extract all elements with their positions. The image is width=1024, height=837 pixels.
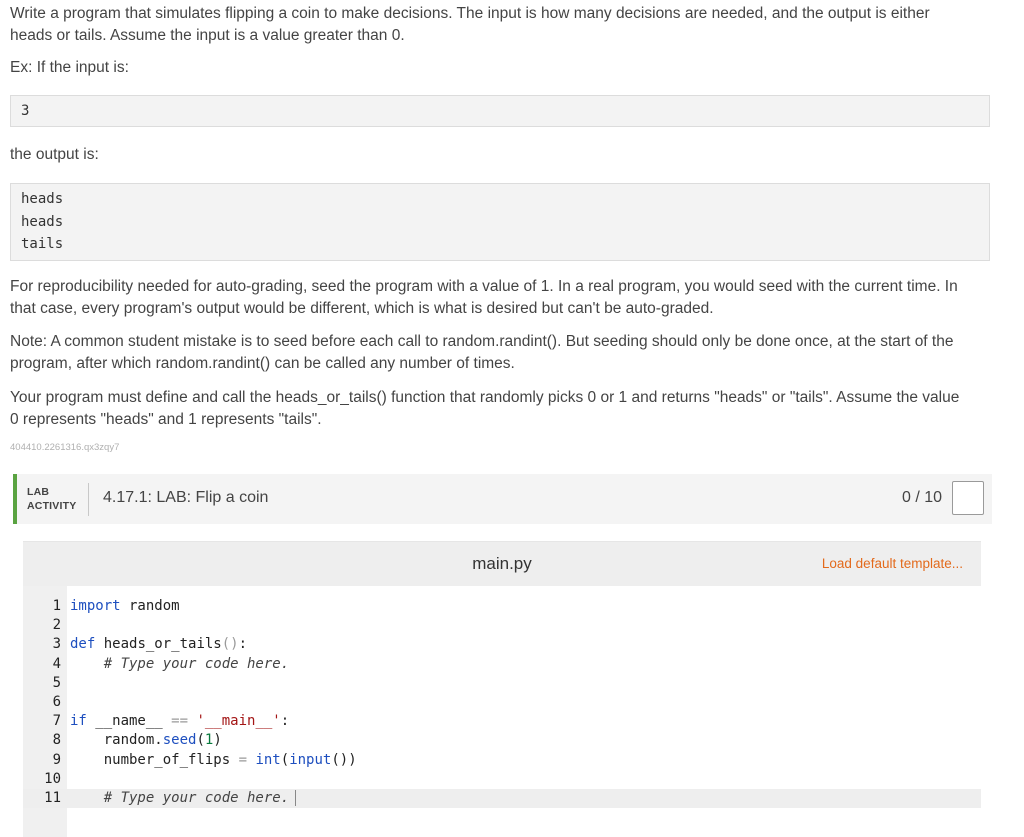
code-line[interactable]: 9 number_of_flips = int(input()) <box>23 751 981 770</box>
example-output-box: heads heads tails <box>10 183 990 261</box>
lab-type-line-2: ACTIVITY <box>27 500 77 512</box>
lab-type-label: LAB ACTIVITY <box>27 485 76 513</box>
code-text: def heads_or_tails(): <box>70 636 248 653</box>
define-line-1: Your program must define and call the he… <box>10 389 960 406</box>
code-line[interactable]: 2 <box>23 616 981 635</box>
line-number: 7 <box>52 713 61 730</box>
output-line: heads <box>21 191 64 207</box>
lab-score: 0 / 10 <box>901 489 942 506</box>
output-label: the output is: <box>10 146 99 163</box>
example-input-box: 3 <box>10 95 990 127</box>
lab-divider <box>88 483 89 516</box>
code-line[interactable]: 7 if __name__ == '__main__': <box>23 712 981 731</box>
code-line[interactable]: 10 <box>23 770 981 789</box>
code-line-active[interactable]: 11 # Type your code here. <box>23 788 981 809</box>
code-line[interactable]: 5 <box>23 674 981 693</box>
code-line[interactable]: 8 random.seed(1) <box>23 731 981 750</box>
code-line[interactable]: 6 <box>23 693 981 712</box>
editor-file-bar: main.py Load default template... <box>23 542 981 586</box>
line-number: 10 <box>44 770 61 787</box>
problem-intro: Write a program that simulates flipping … <box>10 3 990 47</box>
seed-line-1: For reproducibility needed for auto-grad… <box>10 278 958 295</box>
example-input-value: 3 <box>21 103 30 119</box>
code-editor: main.py Load default template... 1 impor… <box>23 541 981 837</box>
lab-type-line-1: LAB <box>27 486 50 498</box>
line-number: 5 <box>52 674 61 691</box>
output-line: heads <box>21 213 64 230</box>
code-text: random.seed(1) <box>70 732 222 749</box>
completion-checkbox-icon <box>952 481 984 515</box>
code-line[interactable]: 1 import random <box>23 597 981 616</box>
code-text: # Type your code here. <box>70 789 297 808</box>
code-text: number_of_flips = int(input()) <box>70 751 357 768</box>
load-default-template-link[interactable]: Load default template... <box>822 556 963 571</box>
line-number: 8 <box>52 732 61 749</box>
note-line-1: Note: A common student mistake is to see… <box>10 333 954 350</box>
line-number: 9 <box>52 751 61 768</box>
define-line-2: 0 represents "heads" and 1 represents "t… <box>10 411 322 428</box>
code-text: # Type your code here. <box>70 655 290 672</box>
lab-title: 4.17.1: LAB: Flip a coin <box>103 489 269 506</box>
note-line-2: program, after which random.randint() ca… <box>10 355 515 372</box>
line-number: 1 <box>52 598 61 614</box>
output-line: tails <box>21 236 64 252</box>
text-cursor <box>295 789 297 806</box>
intro-line-1: Write a program that simulates flipping … <box>10 5 930 22</box>
seed-line-2: that case, every program's output would … <box>10 300 714 317</box>
note-paragraph: Note: A common student mistake is to see… <box>10 331 990 375</box>
line-number: 2 <box>52 617 61 634</box>
problem-identifier: 404410.2261316.qx3zqy7 <box>10 442 120 453</box>
seed-paragraph: For reproducibility needed for auto-grad… <box>10 276 990 320</box>
code-text: import random <box>70 598 180 614</box>
example-label: Ex: If the input is: <box>10 59 129 76</box>
code-line[interactable]: 4 # Type your code here. <box>23 655 981 674</box>
line-number: 3 <box>52 636 61 653</box>
line-number: 4 <box>52 655 61 672</box>
define-paragraph: Your program must define and call the he… <box>10 387 990 431</box>
code-text: if __name__ == '__main__': <box>70 713 290 730</box>
line-number: 6 <box>52 693 61 710</box>
line-number: 11 <box>44 789 61 806</box>
intro-line-2: heads or tails. Assume the input is a va… <box>10 27 405 44</box>
code-lines[interactable]: 1 import random 2 3 def heads_or_tails()… <box>23 597 981 809</box>
lab-activity-header: LAB ACTIVITY 4.17.1: LAB: Flip a coin 0 … <box>13 474 992 524</box>
code-line[interactable]: 3 def heads_or_tails(): <box>23 635 981 654</box>
